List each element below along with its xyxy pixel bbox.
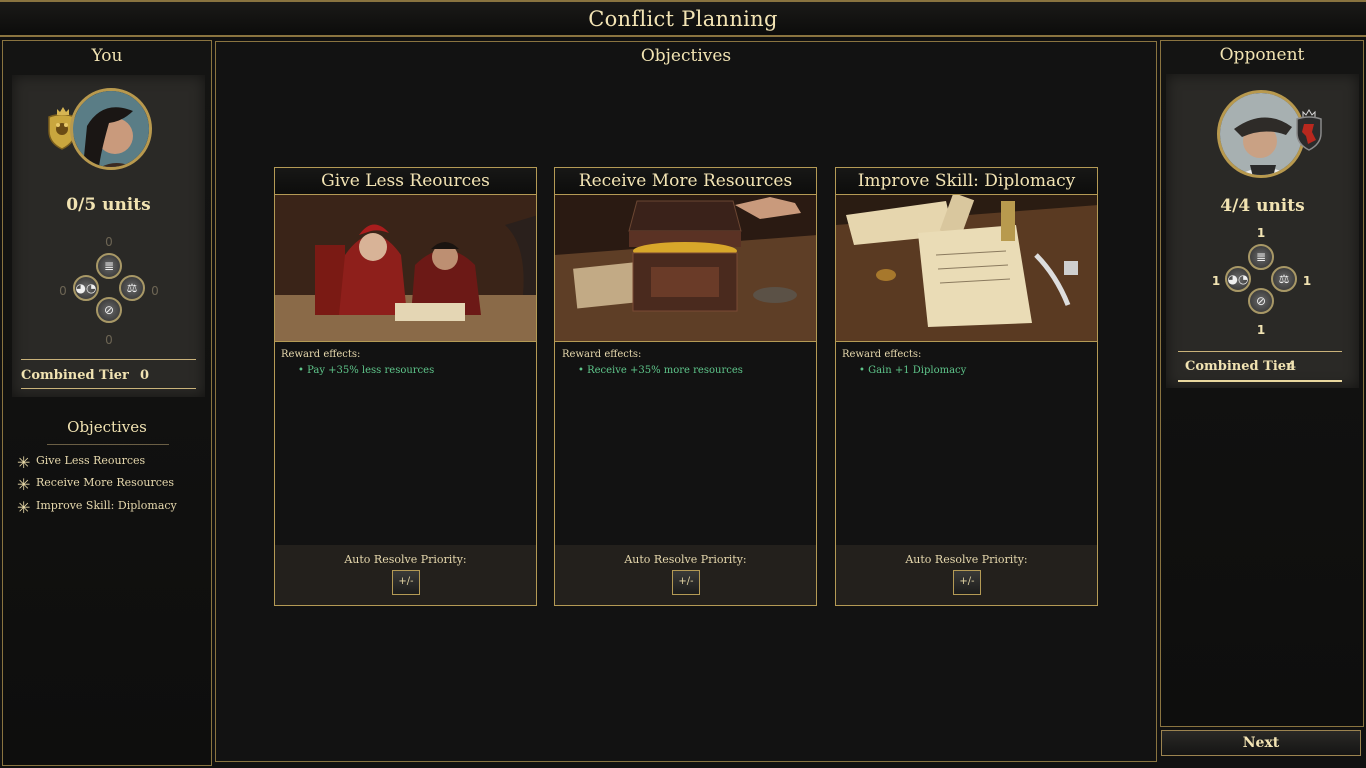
divider xyxy=(1178,380,1342,382)
card-title: Improve Skill: Diplomacy xyxy=(836,168,1097,195)
objective-list-item[interactable]: ✳ Receive More Resources xyxy=(17,475,207,494)
card-image xyxy=(555,195,816,342)
auto-resolve-label: Auto Resolve Priority: xyxy=(905,553,1028,566)
opponent-panel: Opponent 4/4 units 1 1 1 1 ≣ ◕◔ ⚖ ⊘ Comb… xyxy=(1160,40,1364,727)
compass-star-icon: ✳ xyxy=(17,475,31,494)
auto-resolve-label: Auto Resolve Priority: xyxy=(624,553,747,566)
sword-shield-icon: ⊘ xyxy=(96,297,122,323)
mask-icon: ◕◔ xyxy=(1225,266,1251,292)
objective-list-item[interactable]: ✳ Give Less Reources xyxy=(17,453,207,472)
opponent-units: 4/4 units xyxy=(1220,196,1305,216)
opponent-skill-top-value: 1 xyxy=(1256,226,1266,240)
priority-toggle-button[interactable]: +/- xyxy=(953,570,981,595)
opponent-skill-right-value: 1 xyxy=(1302,274,1312,288)
you-skill-left-value: 0 xyxy=(59,284,67,298)
objectives-heading: Objectives xyxy=(640,46,732,66)
divider xyxy=(21,388,196,389)
you-skill-right-value: 0 xyxy=(151,284,159,298)
priority-toggle-button[interactable]: +/- xyxy=(672,570,700,595)
document-icon: ≣ xyxy=(96,253,122,279)
priority-toggle-button[interactable]: +/- xyxy=(392,570,420,595)
compass-star-icon: ✳ xyxy=(17,498,31,517)
opponent-portrait xyxy=(1217,90,1305,178)
opponent-combined-tier-label: Combined Tier xyxy=(1185,359,1293,374)
page-title: Conflict Planning xyxy=(588,7,778,31)
crown-icon xyxy=(56,101,70,115)
objective-card[interactable]: Receive More Resources Reward effects: •… xyxy=(554,167,817,606)
card-footer: Auto Resolve Priority: +/- xyxy=(275,545,536,605)
card-footer: Auto Resolve Priority: +/- xyxy=(555,545,816,605)
scales-icon: ⚖ xyxy=(1271,266,1297,292)
you-combined-tier-value: 0 xyxy=(140,368,150,383)
red-lion-shield-icon xyxy=(1294,114,1324,152)
opponent-skill-bottom-value: 1 xyxy=(1256,323,1266,337)
you-skill-bottom-value: 0 xyxy=(105,333,113,347)
you-panel: You 0/5 units 0 0 0 0 ≣ ◕◔ ⚖ ⊘ Combined … xyxy=(2,40,212,766)
objective-card[interactable]: Improve Skill: Diplomacy Reward effects:… xyxy=(835,167,1098,606)
mask-icon: ◕◔ xyxy=(73,275,99,301)
auto-resolve-label: Auto Resolve Priority: xyxy=(344,553,467,566)
crown-icon xyxy=(1302,104,1316,119)
opponent-info-box: 4/4 units 1 1 1 1 ≣ ◕◔ ⚖ ⊘ Combined Tier… xyxy=(1166,74,1359,388)
reward-label: Reward effects: xyxy=(281,349,361,360)
reward-effect: • Pay +35% less resources xyxy=(298,365,435,376)
card-title: Give Less Reources xyxy=(275,168,536,195)
you-portrait xyxy=(70,88,152,170)
divider xyxy=(1178,351,1342,352)
title-bar: Conflict Planning xyxy=(0,0,1366,37)
objective-list-item[interactable]: ✳ Improve Skill: Diplomacy xyxy=(17,498,207,517)
sword-shield-icon: ⊘ xyxy=(1248,288,1274,314)
compass-star-icon: ✳ xyxy=(17,453,31,472)
you-skill-top-value: 0 xyxy=(105,235,113,249)
reward-label: Reward effects: xyxy=(562,349,642,360)
you-heading: You xyxy=(91,46,123,66)
divider xyxy=(47,444,169,445)
you-units: 0/5 units xyxy=(66,195,151,215)
scales-icon: ⚖ xyxy=(119,275,145,301)
you-info-box: 0/5 units 0 0 0 0 ≣ ◕◔ ⚖ ⊘ Combined Tier… xyxy=(12,75,205,397)
reward-effect: • Gain +1 Diplomacy xyxy=(859,365,967,376)
reward-effect: • Receive +35% more resources xyxy=(578,365,743,376)
you-combined-tier-label: Combined Tier xyxy=(21,368,129,383)
opponent-heading: Opponent xyxy=(1219,45,1305,65)
objectives-list-heading: Objectives xyxy=(67,418,147,436)
document-icon: ≣ xyxy=(1248,244,1274,270)
card-footer: Auto Resolve Priority: +/- xyxy=(836,545,1097,605)
opponent-skill-left-value: 1 xyxy=(1211,274,1221,288)
reward-label: Reward effects: xyxy=(842,349,922,360)
opponent-combined-tier-value: 4 xyxy=(1287,359,1297,374)
objective-card[interactable]: Give Less Reources Reward effects: • Pay… xyxy=(274,167,537,606)
card-image xyxy=(275,195,536,342)
next-button[interactable]: Next xyxy=(1161,730,1361,756)
divider xyxy=(21,359,196,360)
card-title: Receive More Resources xyxy=(555,168,816,195)
card-image xyxy=(836,195,1097,342)
